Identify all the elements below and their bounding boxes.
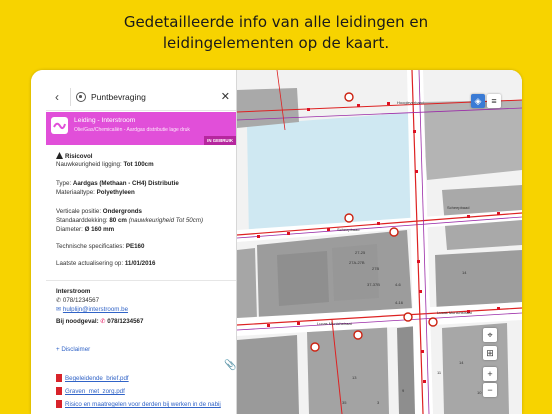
map-view[interactable]: Hoogleverbaad Scheepbaad Scheepbaad Luca…	[237, 70, 522, 414]
measure-icon: ⊞	[486, 348, 494, 358]
contact-name-text: Interstroom	[56, 288, 91, 295]
info-panel: ‹ Puntbevraging ✕ Leiding - Interstroom …	[31, 70, 237, 414]
file-item[interactable]: Begeleidende_brief.pdf	[56, 374, 129, 382]
contact-phone[interactable]: 078/1234567	[63, 297, 99, 304]
emergency-row[interactable]: Bij noodgeval: ✆ 078/1234567	[56, 318, 143, 325]
building-number: 14	[462, 270, 467, 275]
building-number: 14	[459, 360, 464, 365]
update-value: 11/01/2016	[124, 260, 156, 267]
file-link[interactable]: Risico en maatregelen voor derden bij we…	[65, 401, 221, 408]
menu-button[interactable]: ≡	[487, 94, 501, 108]
headline-line-1: Gedetailleerde info van alle leidingen e…	[123, 13, 429, 31]
risk-label: Risicovol	[65, 153, 93, 160]
building-number: 13	[352, 375, 357, 380]
tech-row: Technische specificaties: PE160	[56, 243, 144, 250]
card-subtitle: Olie/Gas/Chemicaliën - Aardgas distribut…	[74, 127, 190, 133]
panel-header: ‹ Puntbevraging ✕	[46, 85, 236, 111]
building-number: 37-37B	[367, 282, 380, 287]
building-number: 35	[342, 400, 347, 405]
type-label: Type:	[56, 180, 72, 187]
cover-accuracy: (nauwkeurigheid Tot 50cm)	[128, 217, 204, 224]
street-label: Hoogleverbaad	[397, 100, 425, 105]
cover-label: Standaarddekking:	[56, 217, 108, 224]
file-item[interactable]: Graven_met_zorg.pdf	[56, 387, 125, 395]
pdf-icon	[56, 400, 62, 408]
file-link[interactable]: Graven_met_zorg.pdf	[65, 388, 125, 395]
layers-button[interactable]: ◈	[471, 94, 485, 108]
street-label: Lucas Munichstraat	[317, 321, 352, 326]
street-label: Lucas Munichstraat	[437, 310, 472, 315]
emergency-label: Bij noodgeval:	[56, 318, 99, 325]
phone-icon: ✆	[100, 318, 106, 325]
material-label: Materiaaltype:	[56, 189, 95, 196]
tech-value: PE160	[125, 243, 145, 250]
accuracy-value: Tot 100cm	[123, 161, 154, 168]
headline-line-2: leidingelementen op de kaart.	[162, 34, 390, 52]
zoom-in-button[interactable]: +	[483, 367, 497, 381]
card-title: Leiding - Interstroom	[74, 117, 136, 124]
update-row: Laatste actualisering op: 11/01/2016	[56, 260, 155, 267]
contact-name: Interstroom	[56, 288, 90, 295]
building-number: 27A-27B	[349, 260, 365, 265]
locate-button[interactable]: ⌖	[483, 328, 497, 342]
tech-label: Technische specificaties:	[56, 243, 125, 250]
material-value: Polyethyleen	[96, 189, 135, 196]
building-number: 10	[477, 390, 482, 395]
diameter-label: Diameter:	[56, 226, 83, 233]
contact-email-row[interactable]: ✉ hulplijn@interstroom.be	[56, 306, 128, 313]
layers-icon: ◈	[474, 96, 482, 106]
status-badge: IN GEBRUIK	[204, 136, 236, 145]
map-canvas[interactable]	[237, 70, 522, 414]
cover-row: Standaarddekking: 80 cm (nauwkeurigheid …	[56, 217, 203, 224]
phone-icon: ✆	[56, 297, 62, 304]
pdf-icon	[56, 387, 62, 395]
zoom-out-button[interactable]: −	[483, 383, 497, 397]
target-icon	[76, 92, 86, 102]
street-label: Scheepbaad	[337, 227, 360, 232]
pdf-icon	[56, 374, 62, 382]
type-value: Aardgas (Methaan - CH4) Distributie	[72, 180, 179, 187]
disclaimer-link[interactable]: + Disclaimer	[56, 346, 90, 353]
diameter-row: Diameter: Ø 160 mm	[56, 226, 114, 233]
mail-icon: ✉	[56, 306, 62, 313]
measure-button[interactable]: ⊞	[483, 346, 497, 360]
diameter-value: Ø 160 mm	[84, 226, 115, 233]
vertical-row: Verticale positie: Ondergronds	[56, 208, 142, 215]
locate-icon: ⌖	[487, 330, 493, 340]
file-link[interactable]: Begeleidende_brief.pdf	[65, 375, 129, 382]
risk-row: Risicovol	[56, 152, 93, 160]
emergency-phone[interactable]: 078/1234567	[107, 318, 143, 325]
warning-icon	[56, 152, 63, 159]
menu-icon: ≡	[491, 96, 497, 106]
street-label: Scheepbaad	[447, 205, 470, 210]
cover-value: 80 cm	[109, 217, 127, 224]
building-number: 27B	[372, 266, 380, 271]
contact-email[interactable]: hulplijn@interstroom.be	[63, 306, 128, 313]
building-number: 9	[402, 388, 405, 393]
vertical-label: Verticale positie:	[56, 208, 102, 215]
file-item[interactable]: Risico en maatregelen voor derden bij we…	[56, 400, 221, 408]
update-label: Laatste actualisering op:	[56, 260, 124, 267]
paperclip-icon: 📎	[224, 360, 237, 371]
divider	[46, 280, 236, 281]
contact-phone-row[interactable]: ✆ 078/1234567	[56, 297, 99, 304]
utility-card: Leiding - Interstroom Olie/Gas/Chemicali…	[46, 112, 236, 145]
building-number: 11	[437, 370, 442, 375]
panel-title: Puntbevraging	[91, 92, 146, 102]
material-row: Materiaaltype: Polyethyleen	[56, 189, 135, 196]
building-number: 4-16	[395, 300, 404, 305]
type-row: Type: Aardgas (Methaan - CH4) Distributi…	[56, 180, 179, 187]
building-number: 4-6	[395, 282, 401, 287]
accuracy-row: Nauwkeurigheid ligging: Tot 100cm	[56, 161, 154, 168]
building-number: 27-25	[355, 250, 366, 255]
close-icon[interactable]: ✕	[221, 90, 230, 104]
chevron-left-icon[interactable]: ‹	[50, 90, 64, 104]
divider	[70, 88, 71, 106]
interstroom-logo-icon	[51, 117, 68, 134]
accuracy-label: Nauwkeurigheid ligging:	[56, 161, 122, 168]
headline: Gedetailleerde info van alle leidingen e…	[0, 12, 552, 54]
vertical-value: Ondergronds	[102, 208, 142, 215]
tablet-screen: Hoogleverbaad Scheepbaad Scheepbaad Luca…	[31, 70, 522, 414]
building-number: 3	[377, 400, 380, 405]
